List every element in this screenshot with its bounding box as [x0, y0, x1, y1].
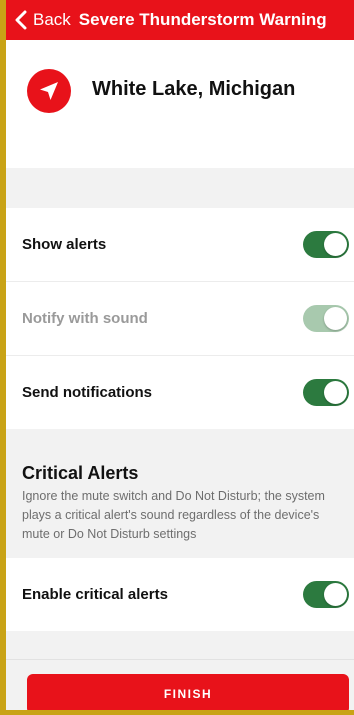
page-title: Severe Thunderstorm Warning: [78, 10, 327, 29]
setting-row-notify-with-sound: Notify with sound: [6, 281, 354, 355]
alert-settings-group: Show alerts Notify with sound Send notif…: [6, 208, 354, 429]
app-screen: Back Severe Thunderstorm Warning White L…: [6, 0, 354, 710]
send-notifications-label: Send notifications: [22, 384, 153, 401]
notify-with-sound-label: Notify with sound: [22, 310, 148, 327]
critical-alerts-title: Critical Alerts: [22, 463, 139, 483]
back-button-label: Back: [33, 10, 71, 29]
critical-alerts-description: Ignore the mute switch and Do Not Distur…: [22, 489, 325, 541]
show-alerts-toggle[interactable]: [303, 231, 349, 258]
toggle-knob: [324, 307, 347, 330]
show-alerts-label: Show alerts: [22, 236, 107, 253]
section-gap: [6, 631, 354, 660]
setting-row-show-alerts: Show alerts: [6, 208, 354, 281]
send-notifications-toggle[interactable]: [303, 379, 349, 406]
toggle-knob: [324, 381, 347, 404]
enable-critical-alerts-label: Enable critical alerts: [22, 586, 168, 603]
location-arrow-icon: [27, 69, 71, 113]
setting-row-enable-critical-alerts: Enable critical alerts: [6, 558, 354, 631]
navigation-bar: Back Severe Thunderstorm Warning: [6, 0, 354, 40]
enable-critical-alerts-toggle[interactable]: [303, 581, 349, 608]
location-name: White Lake, Michigan: [92, 78, 296, 100]
finish-button[interactable]: FINISH: [27, 674, 349, 710]
back-button[interactable]: Back: [6, 0, 71, 40]
finish-container: FINISH: [6, 660, 354, 710]
toggle-knob: [324, 583, 347, 606]
notify-with-sound-toggle[interactable]: [303, 305, 349, 332]
critical-alerts-section-header: Critical Alerts Ignore the mute switch a…: [6, 429, 354, 558]
chevron-left-icon: [15, 10, 27, 30]
location-header: White Lake, Michigan: [6, 40, 354, 168]
toggle-knob: [324, 233, 347, 256]
setting-row-send-notifications: Send notifications: [6, 355, 354, 429]
